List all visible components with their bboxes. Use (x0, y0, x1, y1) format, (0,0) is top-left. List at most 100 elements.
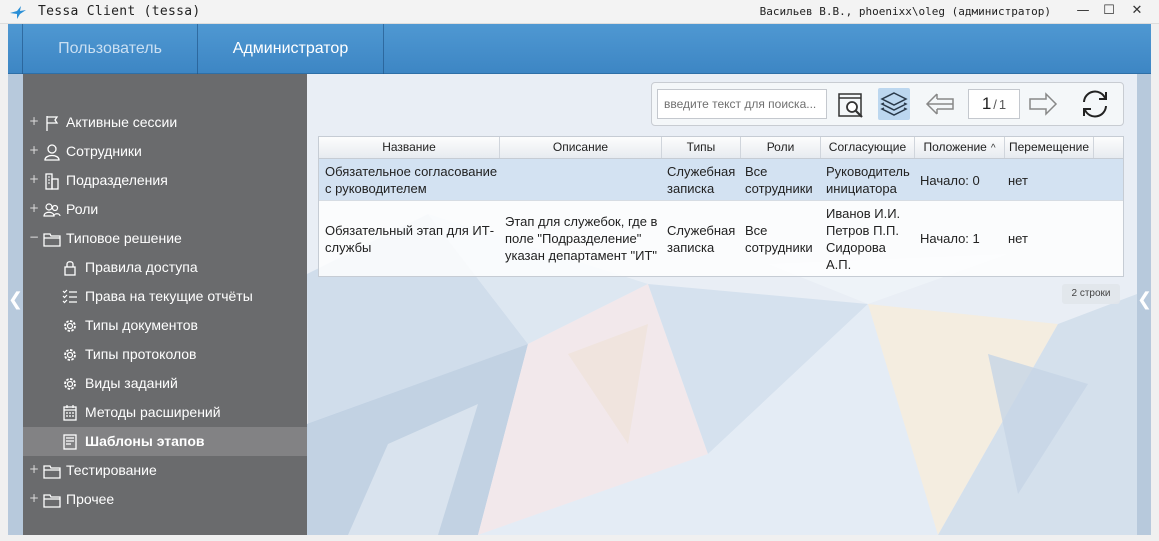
sidebar-item-active-sessions[interactable]: + Активные сессии (23, 108, 307, 137)
chevron-left-icon: ❮ (1137, 289, 1151, 310)
checklist-icon (62, 289, 77, 304)
sidebar-item-label: Типовое решение (66, 230, 182, 246)
window-title: Tessa Client (tessa) (38, 4, 201, 19)
sidebar-item-label: Шаблоны этапов (85, 433, 205, 449)
sidebar-item-roles[interactable]: + Роли (23, 195, 307, 224)
sidebar-item-label: Права на текущие отчёты (85, 288, 253, 304)
cell-types: Служебная записка (667, 222, 736, 255)
row-count-badge: 2 строки (1062, 284, 1120, 304)
column-header-roles[interactable]: Роли (741, 137, 821, 158)
current-user-info: Васильев В.В., phoenixx\oleg (администра… (759, 5, 1051, 18)
stage-templates-table: Название Описание Типы Роли Согласующие … (318, 136, 1124, 277)
folder-icon (43, 465, 61, 479)
sidebar-item-label: Тестирование (66, 462, 157, 478)
sidebar-item-report-rights[interactable]: Права на текущие отчёты (23, 282, 307, 311)
people-icon (43, 203, 61, 217)
table-row[interactable]: Обязательное согласование с руководителе… (319, 159, 1123, 201)
expand-icon[interactable]: + (29, 172, 39, 186)
page-indicator[interactable]: 1/1 (968, 89, 1020, 119)
sidebar-item-label: Виды заданий (85, 375, 178, 391)
column-header-description[interactable]: Описание (500, 137, 662, 158)
sidebar-item-access-rules[interactable]: Правила доступа (23, 253, 307, 282)
expand-icon[interactable]: + (29, 114, 39, 128)
layers-button[interactable] (878, 88, 910, 120)
column-header-position[interactable]: Положение ^ (915, 137, 1005, 158)
search-button[interactable] (835, 88, 867, 120)
sidebar-item-typical-solution[interactable]: − Типовое решение (23, 224, 307, 253)
cell-description: Этап для служебок, где в поле "Подраздел… (505, 214, 658, 263)
sidebar-item-label: Типы протоколов (85, 346, 197, 362)
page-separator: / (993, 97, 997, 112)
cell-description (505, 159, 659, 201)
tab-admin[interactable]: Администратор (198, 24, 384, 74)
cell-name: Обязательный этап для ИТ-службы (325, 222, 495, 255)
gear-icon (64, 320, 76, 332)
cell-name: Обязательное согласование с руководителе… (325, 164, 498, 196)
cell-roles: Все сотрудники (745, 222, 813, 255)
tab-user[interactable]: Пользователь (22, 24, 198, 74)
cell-movement: нет (1008, 231, 1028, 246)
column-header-approvers[interactable]: Согласующие (821, 137, 915, 158)
expand-icon[interactable]: + (29, 491, 39, 505)
table-row[interactable]: Обязательный этап для ИТ-службы Этап для… (319, 201, 1123, 276)
sidebar-navigation: + Активные сессии + Сотрудники + Подразд… (23, 74, 307, 535)
collapse-icon[interactable]: − (29, 230, 39, 244)
building-icon (45, 173, 59, 190)
arrow-left-icon (925, 93, 954, 115)
app-frame: Пользователь Администратор ❮ ❮ + Активны… (8, 24, 1151, 535)
next-page-button[interactable] (1028, 88, 1060, 120)
cell-approvers: Иванов И.И. Петров П.П. Сидорова А.П. (826, 205, 901, 272)
document-icon (63, 434, 77, 450)
total-pages: 1 (998, 97, 1007, 112)
cell-movement: нет (1008, 172, 1028, 188)
left-collapse-strip[interactable]: ❮ (8, 74, 23, 535)
cell-types: Служебная записка (667, 164, 736, 196)
folder-icon (43, 494, 61, 508)
refresh-button[interactable] (1079, 88, 1111, 120)
expand-icon[interactable]: + (29, 201, 39, 215)
right-collapse-strip[interactable]: ❮ (1137, 74, 1151, 535)
column-header-movement[interactable]: Перемещение (1005, 137, 1094, 158)
sidebar-item-task-kinds[interactable]: Виды заданий (23, 369, 307, 398)
minimize-button[interactable]: — (1069, 0, 1097, 24)
column-header-types[interactable]: Типы (662, 137, 741, 158)
sidebar-item-label: Активные сессии (66, 114, 178, 130)
column-header-label: Положение (923, 140, 987, 154)
expand-icon[interactable]: + (29, 462, 39, 476)
search-document-icon (838, 93, 863, 118)
search-toolbar: 1/1 (651, 82, 1124, 126)
sidebar-item-label: Методы расширений (85, 404, 221, 420)
expand-icon[interactable]: + (29, 143, 39, 157)
sidebar-item-other[interactable]: + Прочее (23, 485, 307, 514)
flag-icon (46, 116, 59, 131)
sidebar-item-document-types[interactable]: Типы документов (23, 311, 307, 340)
folder-icon (43, 233, 61, 247)
gear-icon (64, 349, 76, 361)
lock-icon (64, 261, 76, 276)
gear-icon (64, 378, 76, 390)
sidebar-item-employees[interactable]: + Сотрудники (23, 137, 307, 166)
sidebar-item-label: Прочее (66, 491, 115, 507)
arrow-right-icon (1029, 92, 1058, 116)
sidebar-item-label: Правила доступа (85, 259, 198, 275)
close-button[interactable]: ✕ (1123, 0, 1151, 24)
sidebar-item-stage-templates[interactable]: Шаблоны этапов (23, 427, 307, 456)
window-title-bar: Tessa Client (tessa) Васильев В.В., phoe… (0, 0, 1159, 24)
layers-icon (880, 92, 908, 116)
calendar-icon (63, 405, 77, 421)
previous-page-button[interactable] (923, 88, 955, 120)
person-icon (44, 144, 60, 161)
sidebar-item-extension-methods[interactable]: Методы расширений (23, 398, 307, 427)
maximize-button[interactable]: ☐ (1095, 0, 1123, 24)
cell-roles: Все сотрудники (745, 164, 813, 196)
current-page: 1 (981, 94, 992, 113)
cell-approvers: Руководитель инициатора (826, 164, 910, 196)
column-header-name[interactable]: Название (319, 137, 500, 158)
search-input[interactable] (657, 89, 827, 119)
sidebar-item-departments[interactable]: + Подразделения (23, 166, 307, 195)
sidebar-item-testing[interactable]: + Тестирование (23, 456, 307, 485)
cell-position: Начало: 0 (920, 172, 980, 188)
sidebar-item-protocol-types[interactable]: Типы протоколов (23, 340, 307, 369)
top-tab-bar: Пользователь Администратор (8, 24, 1151, 74)
refresh-icon (1083, 90, 1107, 118)
